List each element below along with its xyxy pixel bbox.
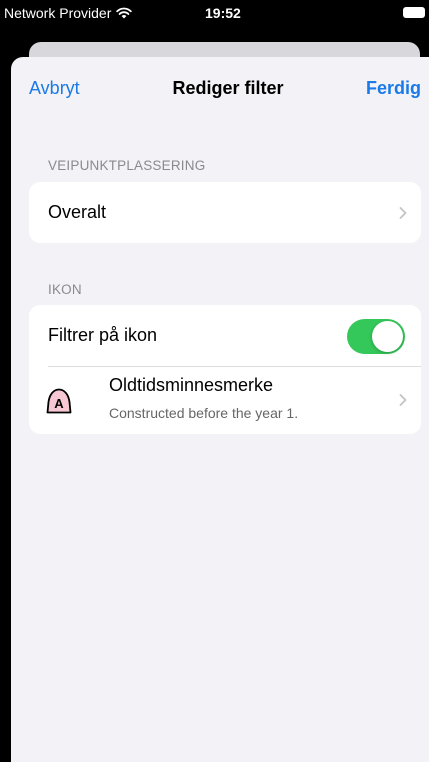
icon-list-item[interactable]: A Oldtidsminnesmerke Constructed before … xyxy=(29,366,421,434)
status-time: 19:52 xyxy=(205,5,241,21)
filter-by-icon-toggle[interactable] xyxy=(347,319,405,354)
icon-item-subtitle: Constructed before the year 1. xyxy=(109,405,299,421)
filter-by-icon-row: Filtrer på ikon xyxy=(29,305,421,366)
status-bar: Network Provider 19:52 xyxy=(0,0,429,28)
section-header-location: VEIPUNKTPLASSERING xyxy=(48,158,206,173)
status-left: Network Provider xyxy=(4,5,133,21)
wifi-icon xyxy=(116,7,133,19)
icon-letter: A xyxy=(54,396,64,411)
done-button[interactable]: Ferdig xyxy=(366,78,421,99)
icon-group: Filtrer på ikon A Oldtidsminnesmerke Con… xyxy=(29,305,421,434)
section-header-icon: IKON xyxy=(48,282,82,297)
ancient-monument-icon: A xyxy=(46,388,72,414)
location-row[interactable]: Overalt xyxy=(29,182,421,243)
navigation-bar: Avbryt Rediger filter Ferdig xyxy=(11,57,429,119)
edit-filter-sheet: Avbryt Rediger filter Ferdig VEIPUNKTPLA… xyxy=(11,57,429,762)
icon-item-title: Oldtidsminnesmerke xyxy=(109,375,274,395)
filter-by-icon-label: Filtrer på ikon xyxy=(48,325,158,345)
battery-icon xyxy=(403,7,425,18)
chevron-right-icon xyxy=(399,206,407,219)
chevron-right-icon xyxy=(399,394,407,406)
location-group: Overalt xyxy=(29,182,421,243)
location-value: Overalt xyxy=(48,202,107,222)
carrier-name: Network Provider xyxy=(4,5,112,21)
toggle-knob xyxy=(372,321,403,352)
